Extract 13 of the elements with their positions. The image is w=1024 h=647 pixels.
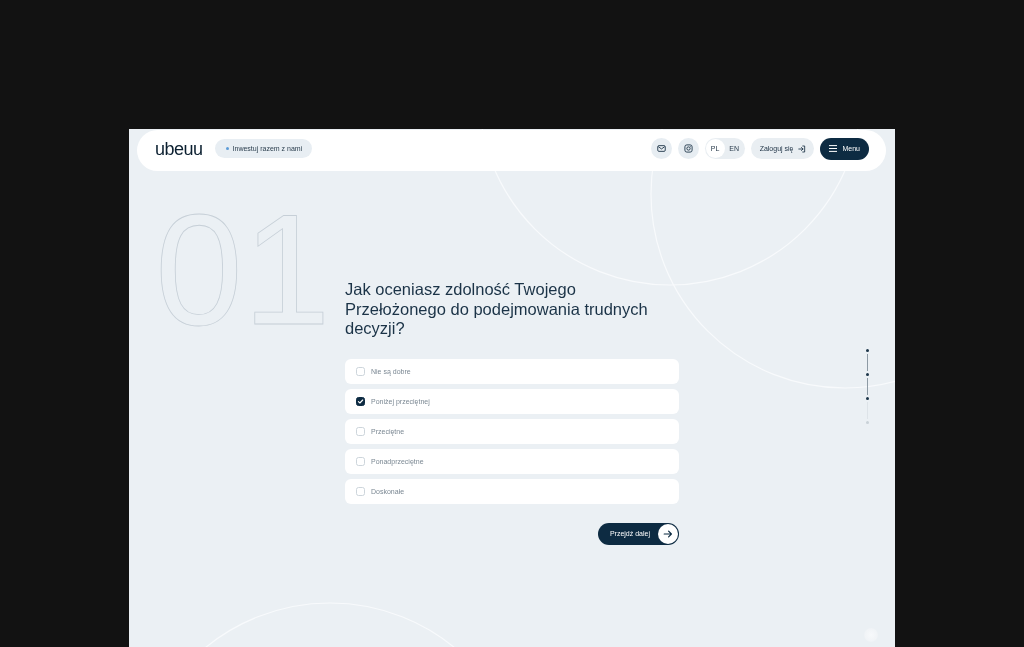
dot-icon (225, 147, 229, 150)
logo-text[interactable]: ubeuu (155, 139, 203, 158)
menu-icon (829, 145, 838, 152)
login-icon (798, 144, 807, 153)
mail-icon (656, 144, 666, 153)
instagram-icon (683, 144, 693, 153)
step-line (867, 378, 868, 395)
arrow-right-icon (658, 523, 678, 544)
step-line (867, 354, 868, 371)
mail-button[interactable] (650, 138, 672, 159)
question-text: Jak oceniasz zdolność Twojego Przełożonego do podejmowania trudnych decyzji? (345, 280, 649, 339)
instagram-button[interactable] (677, 138, 699, 159)
checkbox[interactable] (356, 396, 365, 406)
